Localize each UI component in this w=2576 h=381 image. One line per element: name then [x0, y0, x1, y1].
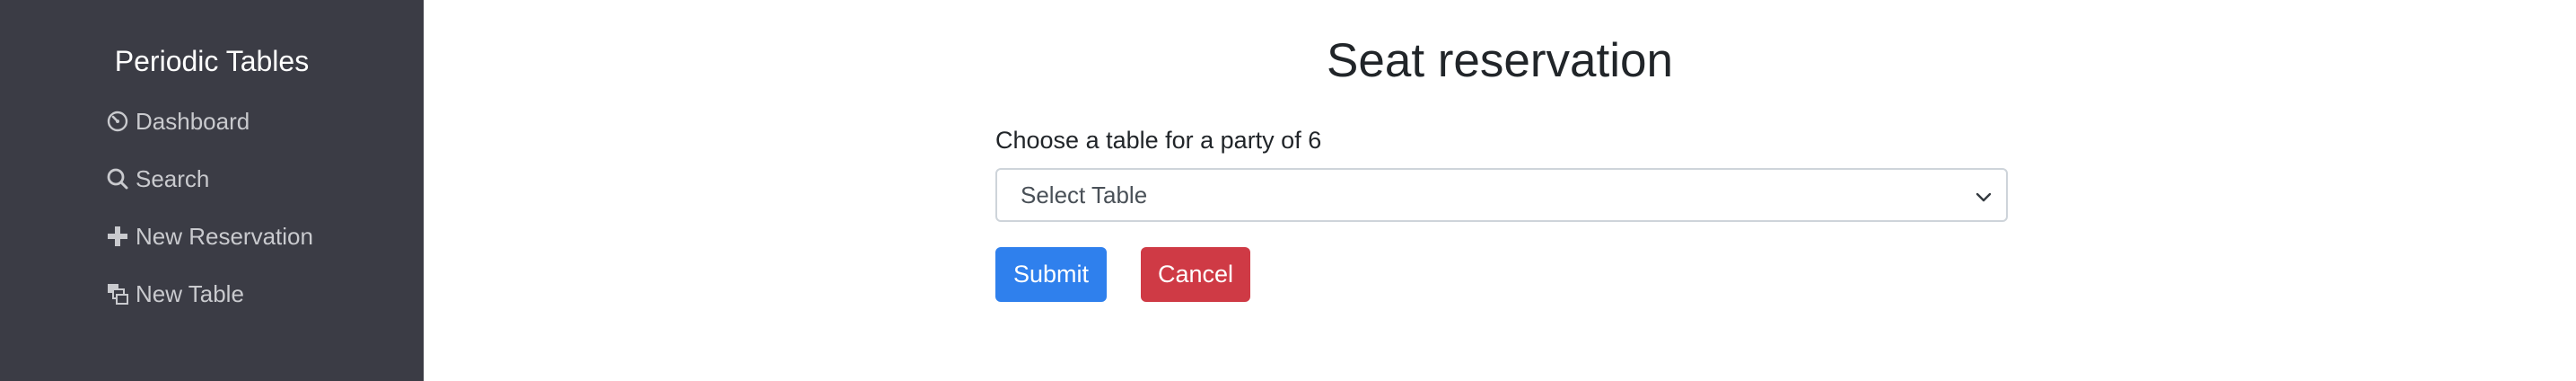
sidebar-item-label: New Reservation: [136, 223, 313, 250]
sidebar-item-search[interactable]: Search: [105, 163, 209, 195]
search-icon: [105, 166, 130, 191]
sidebar-item-label: Dashboard: [136, 108, 250, 135]
sidebar-item-new-reservation[interactable]: New Reservation: [105, 220, 313, 253]
sidebar-item-dashboard[interactable]: Dashboard: [105, 105, 250, 137]
page-title: Seat reservation: [1327, 34, 1673, 87]
submit-button[interactable]: Submit: [995, 247, 1107, 302]
table-select-label: Choose a table for a party of 6: [995, 127, 1322, 154]
app-brand[interactable]: Periodic Tables: [0, 40, 424, 83]
plus-icon: [105, 224, 130, 249]
chevron-down-icon: [1974, 185, 1993, 205]
sidebar-item-new-table[interactable]: New Table: [105, 278, 244, 310]
table-select-value: Select Table: [1021, 181, 1148, 208]
sidebar: Periodic Tables Dashboard Search New Res…: [0, 0, 424, 381]
cancel-button[interactable]: Cancel: [1141, 247, 1250, 302]
sidebar-item-label: Search: [136, 165, 210, 192]
sidebar-item-label: New Table: [136, 280, 244, 307]
table-layers-icon: [105, 281, 130, 306]
table-select[interactable]: Select Table: [995, 168, 2008, 222]
dashboard-icon: [105, 109, 130, 134]
